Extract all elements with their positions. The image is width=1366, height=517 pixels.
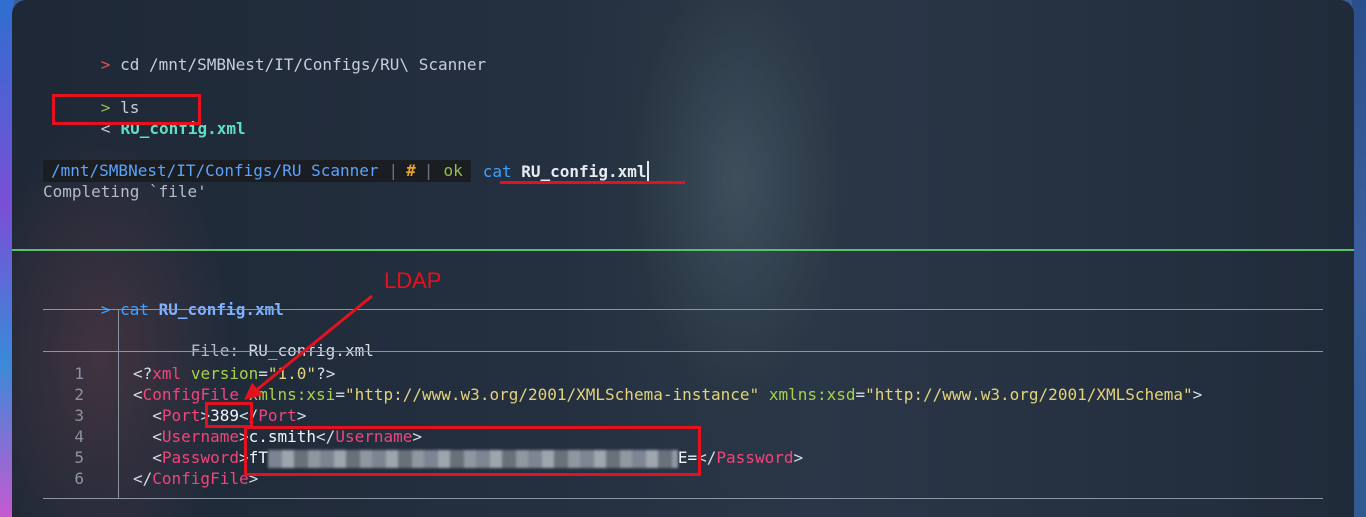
annotation-label-ldap: LDAP xyxy=(384,268,442,293)
arrow-shaft xyxy=(253,294,373,394)
wallpaper-right-edge xyxy=(1352,0,1366,517)
terminal-window[interactable]: > cd /mnt/SMBNest/IT/Configs/RU\ Scanner… xyxy=(12,0,1354,517)
annotation-arrow xyxy=(244,294,373,400)
